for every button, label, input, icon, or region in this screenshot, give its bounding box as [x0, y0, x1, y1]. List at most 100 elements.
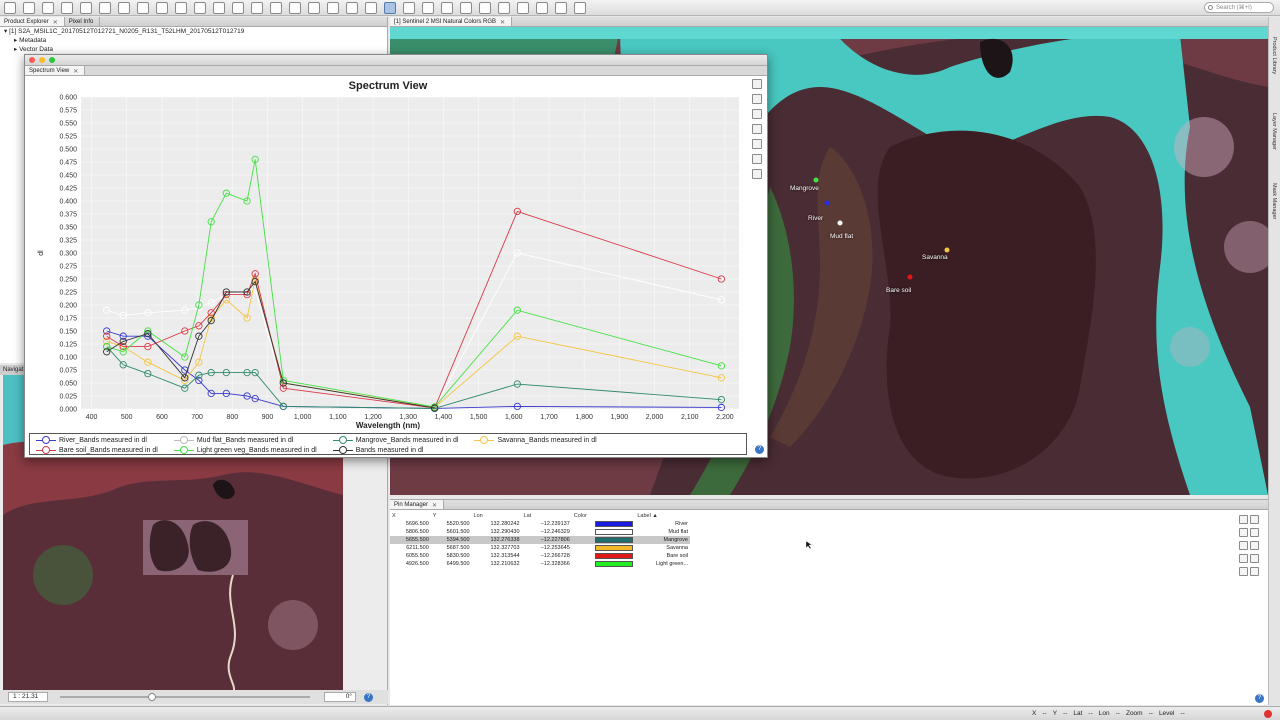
ellipse-icon[interactable] [479, 1, 491, 14]
pin-label-river[interactable]: River [808, 215, 823, 222]
zoom-to-pin-icon[interactable] [1239, 567, 1248, 576]
rotation-field[interactable]: 0° [324, 692, 356, 702]
rectangle-icon[interactable] [460, 1, 472, 14]
table-row[interactable]: 6211.500 5687.500 132.327703 −12.253645 Sava… [390, 544, 690, 552]
legend-item[interactable]: Bare soil_Bands measured in dl [36, 445, 158, 455]
tab-natural-colors-rgb[interactable]: [1] Sentinel 2 MSI Natural Colors RGB ✕ [390, 17, 513, 26]
cell-color[interactable] [572, 544, 636, 552]
place-pin-icon[interactable] [1239, 541, 1248, 550]
tab-pixel-info[interactable]: Pixel Info [65, 17, 101, 26]
table-row[interactable]: 5806.500 5601.500 132.290430 −12.246329 Mud … [390, 528, 690, 536]
sidebar-item-mask-manager[interactable]: Mask Manager [1271, 183, 1277, 219]
band-maths-icon[interactable] [156, 1, 168, 14]
table-icon[interactable] [1250, 541, 1259, 550]
zoom-icon[interactable] [384, 1, 396, 14]
column-header-lon[interactable]: Lon [472, 512, 522, 520]
close-icon[interactable]: ✕ [432, 502, 437, 509]
legend-item[interactable]: Mud flat_Bands measured in dl [173, 435, 317, 445]
profile-icon[interactable] [232, 1, 244, 14]
window-minimize-button[interactable] [39, 57, 45, 63]
sidebar-item-product-library[interactable]: Product Library [1271, 37, 1277, 74]
zoom-slider-handle[interactable] [148, 693, 156, 701]
layer-icon[interactable] [99, 1, 111, 14]
column-header-y[interactable]: Y [431, 512, 472, 520]
spectrum-icon[interactable] [251, 1, 263, 14]
stop-icon[interactable] [1264, 710, 1272, 718]
scatter-icon[interactable] [213, 1, 225, 14]
cell-color[interactable] [572, 552, 636, 560]
tree-node-metadata[interactable]: ▸ Metadata [0, 36, 387, 45]
pin-label-mud-flat[interactable]: Mud flat [830, 233, 853, 240]
pan-icon[interactable] [365, 1, 377, 14]
zoom-icon[interactable] [752, 124, 762, 134]
chart-icon[interactable] [118, 1, 130, 14]
zoom-slider[interactable] [60, 693, 310, 701]
filter-icon[interactable] [1239, 554, 1248, 563]
pin-label-savanna[interactable]: Savanna [922, 254, 948, 261]
info-icon[interactable] [289, 1, 301, 14]
tab-spectrum-view[interactable]: Spectrum View ✕ [25, 66, 86, 75]
statistics-icon[interactable] [270, 1, 282, 14]
table-row[interactable]: 5696.500 5520.500 132.280242 −12.239137 Rive… [390, 520, 690, 528]
pin-label-bare-soil[interactable]: Bare soil [886, 287, 911, 294]
undo-icon[interactable] [42, 1, 54, 14]
pin-icon[interactable] [308, 1, 320, 14]
open-product-icon[interactable] [4, 1, 16, 14]
world-view-icon[interactable] [517, 1, 529, 14]
table-row[interactable]: 4926.500 6499.500 132.210632 −12.328366 Ligh… [390, 560, 690, 568]
tab-product-explorer[interactable]: Product Explorer ✕ [0, 17, 65, 26]
new-pin-icon[interactable] [1239, 515, 1248, 524]
grid-icon[interactable] [752, 94, 762, 104]
cell-color[interactable] [572, 528, 636, 536]
search-input[interactable]: Search (⌘+I) [1204, 2, 1274, 13]
tree-node-vector-data[interactable]: ▸ Vector Data [0, 45, 387, 54]
tab-pin-manager[interactable]: Pin Manager ✕ [390, 500, 445, 509]
export-icon[interactable] [752, 154, 762, 164]
sidebar-item-layer-manager[interactable]: Layer Manager [1271, 113, 1277, 150]
edit-pin-icon[interactable] [1239, 528, 1248, 537]
legend-item[interactable]: Bands measured in dl [332, 445, 459, 455]
filter-icon[interactable] [752, 79, 762, 89]
spectrum-icon[interactable] [752, 169, 762, 179]
sync-view-icon[interactable] [555, 1, 567, 14]
table-icon[interactable] [752, 139, 762, 149]
export-icon[interactable] [80, 1, 92, 14]
product-tree-root[interactable]: ▾ [1] S2A_MSIL1C_20170512T012721_N0205_R… [0, 27, 387, 36]
close-icon[interactable]: ✕ [73, 68, 78, 75]
filter-icon[interactable] [175, 1, 187, 14]
scale-field[interactable]: 1 : 21.31 [8, 692, 48, 702]
draw-line-icon[interactable] [422, 1, 434, 14]
column-header-color[interactable]: Color [572, 512, 636, 520]
export-icon[interactable] [1250, 554, 1259, 563]
redo-icon[interactable] [61, 1, 73, 14]
spectrum-window-titlebar[interactable] [25, 55, 767, 66]
table-row[interactable]: 6055.500 5830.500 132.313544 −12.266728 Bare… [390, 552, 690, 560]
legend-icon[interactable] [752, 109, 762, 119]
polygon-icon[interactable] [441, 1, 453, 14]
legend-item[interactable]: Savanna_Bands measured in dl [474, 435, 597, 445]
globe-icon[interactable] [137, 1, 149, 14]
help-icon[interactable]: ? [1255, 694, 1264, 703]
gcp-icon[interactable] [327, 1, 339, 14]
legend-item[interactable]: Mangrove_Bands measured in dl [332, 435, 458, 445]
window-maximize-button[interactable] [49, 57, 55, 63]
column-header-label[interactable]: Label ▲ [635, 512, 690, 520]
range-finder-icon[interactable] [403, 1, 415, 14]
copy-pin-icon[interactable] [1250, 515, 1259, 524]
magic-wand-icon[interactable] [498, 1, 510, 14]
window-close-button[interactable] [29, 57, 35, 63]
legend-item[interactable]: River_Bands measured in dl [36, 435, 158, 445]
histogram-icon[interactable] [194, 1, 206, 14]
close-icon[interactable]: ✕ [500, 19, 505, 26]
help-icon[interactable]: ? [755, 445, 764, 454]
cell-color[interactable] [571, 536, 636, 544]
tab-navigation[interactable]: Navigat [0, 365, 26, 375]
spectrum-chart[interactable]: Spectrum View 0.0000.0250.0500.0750.1000… [25, 77, 751, 457]
column-header-lat[interactable]: Lat [522, 512, 572, 520]
close-icon[interactable]: ✕ [53, 19, 58, 26]
import-icon[interactable] [1250, 567, 1259, 576]
column-header-x[interactable]: X [390, 512, 431, 520]
select-icon[interactable] [346, 1, 358, 14]
legend-item[interactable]: Light green veg_Bands measured in dl [173, 445, 317, 455]
tile-icon[interactable] [574, 1, 586, 14]
